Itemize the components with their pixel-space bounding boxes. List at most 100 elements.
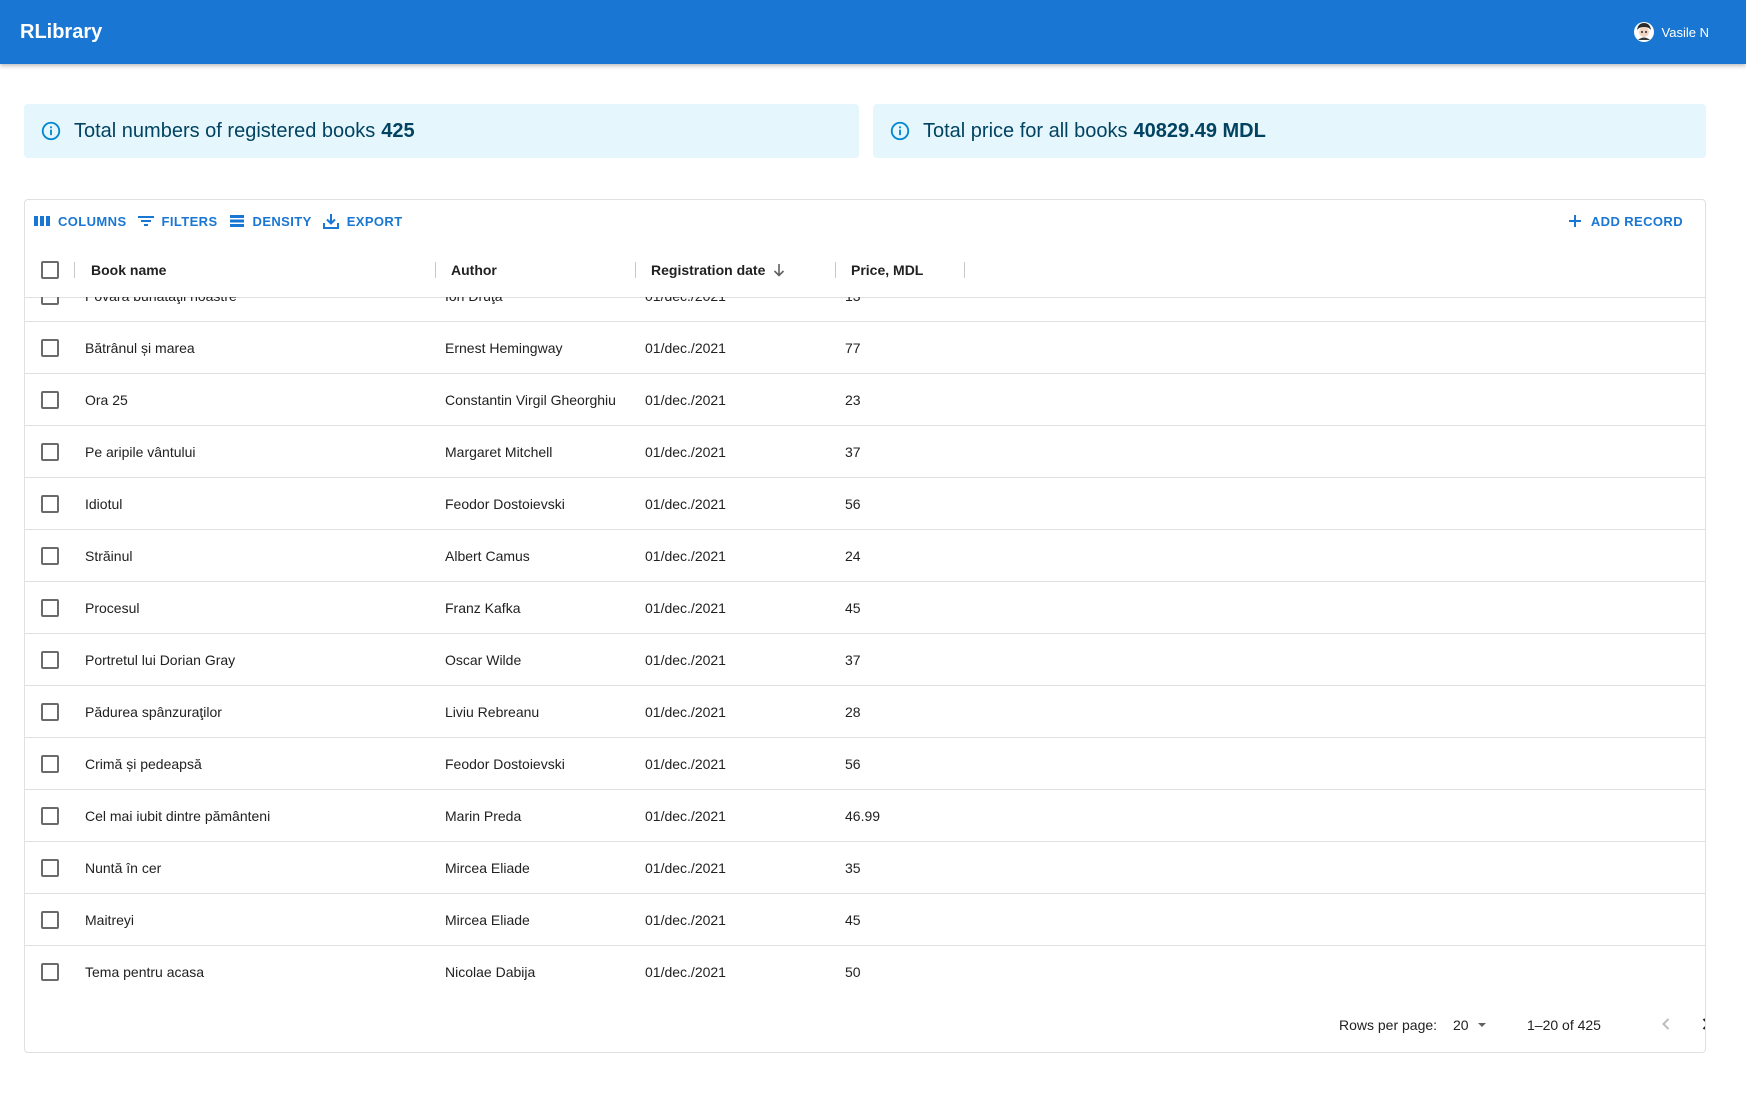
cell-registration-date[interactable]: 01/dec./2021 (645, 322, 726, 374)
table-row[interactable]: Idiotul Feodor Dostoievski 01/dec./2021 … (25, 478, 1705, 530)
cell-registration-date[interactable]: 01/dec./2021 (645, 842, 726, 894)
cell-author[interactable]: Nicolae Dabija (445, 946, 535, 997)
row-checkbox-cell[interactable] (41, 738, 59, 790)
row-checkbox[interactable] (41, 807, 59, 825)
arrow-down-icon[interactable] (771, 262, 787, 278)
row-checkbox-cell[interactable] (41, 634, 59, 686)
add-record-button[interactable]: ADD RECORD (1566, 212, 1683, 230)
row-checkbox-cell[interactable] (41, 894, 59, 946)
cell-book-name[interactable]: Procesul (85, 582, 139, 634)
cell-book-name[interactable]: Bătrânul și marea (85, 322, 195, 374)
cell-registration-date[interactable]: 01/dec./2021 (645, 738, 726, 790)
cell-price[interactable]: 13 (845, 297, 861, 322)
column-separator[interactable] (635, 262, 636, 278)
select-all-checkbox[interactable] (41, 260, 59, 279)
cell-book-name[interactable]: Ora 25 (85, 374, 128, 426)
cell-registration-date[interactable]: 01/dec./2021 (645, 790, 726, 842)
table-row[interactable]: Pe aripile vântului Margaret Mitchell 01… (25, 426, 1705, 478)
cell-book-name[interactable]: Pe aripile vântului (85, 426, 196, 478)
cell-price[interactable]: 37 (845, 634, 861, 686)
header-registration-date[interactable]: Registration date (651, 242, 787, 297)
row-checkbox[interactable] (41, 495, 59, 513)
cell-price[interactable]: 24 (845, 530, 861, 582)
cell-book-name[interactable]: Maitreyi (85, 894, 134, 946)
header-price[interactable]: Price, MDL (851, 242, 923, 297)
cell-author[interactable]: Albert Camus (445, 530, 530, 582)
select-all-checkbox-cell[interactable] (41, 242, 59, 297)
row-checkbox[interactable] (41, 859, 59, 877)
row-checkbox[interactable] (41, 755, 59, 773)
row-checkbox-cell[interactable] (41, 946, 59, 997)
cell-author[interactable]: Constantin Virgil Gheorghiu (445, 374, 616, 426)
cell-registration-date[interactable]: 01/dec./2021 (645, 478, 726, 530)
cell-book-name[interactable]: Crimă și pedeapsă (85, 738, 202, 790)
column-separator[interactable] (964, 262, 965, 278)
cell-book-name[interactable]: Nuntă în cer (85, 842, 161, 894)
row-checkbox-cell[interactable] (41, 530, 59, 582)
row-checkbox-cell[interactable] (41, 582, 59, 634)
row-checkbox[interactable] (41, 703, 59, 721)
row-checkbox-cell[interactable] (41, 842, 59, 894)
cell-author[interactable]: Ion Druţă (445, 297, 503, 322)
cell-book-name[interactable]: Pădurea spânzuraţilor (85, 686, 222, 738)
rows-per-page-select[interactable]: 20 (1453, 1016, 1491, 1034)
row-checkbox-cell[interactable] (41, 297, 59, 322)
row-checkbox-cell[interactable] (41, 478, 59, 530)
cell-registration-date[interactable]: 01/dec./2021 (645, 297, 726, 322)
table-row[interactable]: Maitreyi Mircea Eliade 01/dec./2021 45 (25, 894, 1705, 946)
row-checkbox-cell[interactable] (41, 790, 59, 842)
cell-price[interactable]: 35 (845, 842, 861, 894)
cell-book-name[interactable]: Tema pentru acasa (85, 946, 204, 997)
cell-author[interactable]: Liviu Rebreanu (445, 686, 539, 738)
table-row[interactable]: Pădurea spânzuraţilor Liviu Rebreanu 01/… (25, 686, 1705, 738)
table-row[interactable]: Nuntă în cer Mircea Eliade 01/dec./2021 … (25, 842, 1705, 894)
cell-price[interactable]: 28 (845, 686, 861, 738)
table-row[interactable]: Bătrânul și marea Ernest Hemingway 01/de… (25, 322, 1705, 374)
column-separator[interactable] (74, 262, 75, 278)
app-title[interactable]: RLibrary (20, 21, 102, 44)
cell-author[interactable]: Feodor Dostoievski (445, 738, 565, 790)
cell-book-name[interactable]: Cel mai iubit dintre pământeni (85, 790, 270, 842)
cell-registration-date[interactable]: 01/dec./2021 (645, 374, 726, 426)
table-row[interactable]: Crimă și pedeapsă Feodor Dostoievski 01/… (25, 738, 1705, 790)
filters-button[interactable]: FILTERS (137, 212, 218, 230)
cell-author[interactable]: Feodor Dostoievski (445, 478, 565, 530)
row-checkbox[interactable] (41, 599, 59, 617)
cell-registration-date[interactable]: 01/dec./2021 (645, 686, 726, 738)
cell-price[interactable]: 77 (845, 322, 861, 374)
table-row[interactable]: Povara bunătăţii noastre Ion Druţă 01/de… (25, 297, 1705, 322)
density-button[interactable]: DENSITY (228, 212, 312, 230)
cell-registration-date[interactable]: 01/dec./2021 (645, 530, 726, 582)
export-button[interactable]: EXPORT (322, 212, 403, 230)
row-checkbox[interactable] (41, 391, 59, 409)
next-page-icon[interactable] (1694, 1012, 1706, 1036)
cell-price[interactable]: 50 (845, 946, 861, 997)
cell-book-name[interactable]: Idiotul (85, 478, 122, 530)
column-separator[interactable] (835, 262, 836, 278)
cell-author[interactable]: Franz Kafka (445, 582, 520, 634)
row-checkbox[interactable] (41, 547, 59, 565)
user-menu[interactable]: Vasile N (1633, 21, 1709, 43)
cell-price[interactable]: 56 (845, 478, 861, 530)
cell-book-name[interactable]: Străinul (85, 530, 132, 582)
row-checkbox[interactable] (41, 443, 59, 461)
table-row[interactable]: Ora 25 Constantin Virgil Gheorghiu 01/de… (25, 374, 1705, 426)
table-row[interactable]: Tema pentru acasa Nicolae Dabija 01/dec.… (25, 946, 1705, 997)
cell-author[interactable]: Oscar Wilde (445, 634, 521, 686)
table-row[interactable]: Străinul Albert Camus 01/dec./2021 24 (25, 530, 1705, 582)
cell-author[interactable]: Mircea Eliade (445, 842, 530, 894)
column-separator[interactable] (435, 262, 436, 278)
table-row[interactable]: Procesul Franz Kafka 01/dec./2021 45 (25, 582, 1705, 634)
table-row[interactable]: Portretul lui Dorian Gray Oscar Wilde 01… (25, 634, 1705, 686)
row-checkbox-cell[interactable] (41, 374, 59, 426)
cell-author[interactable]: Mircea Eliade (445, 894, 530, 946)
row-checkbox[interactable] (41, 911, 59, 929)
row-checkbox[interactable] (41, 339, 59, 357)
header-author[interactable]: Author (451, 242, 497, 297)
cell-author[interactable]: Marin Preda (445, 790, 521, 842)
cell-price[interactable]: 45 (845, 894, 861, 946)
previous-page-icon[interactable] (1654, 1012, 1678, 1036)
cell-registration-date[interactable]: 01/dec./2021 (645, 582, 726, 634)
cell-author[interactable]: Ernest Hemingway (445, 322, 563, 374)
row-checkbox[interactable] (41, 963, 59, 981)
